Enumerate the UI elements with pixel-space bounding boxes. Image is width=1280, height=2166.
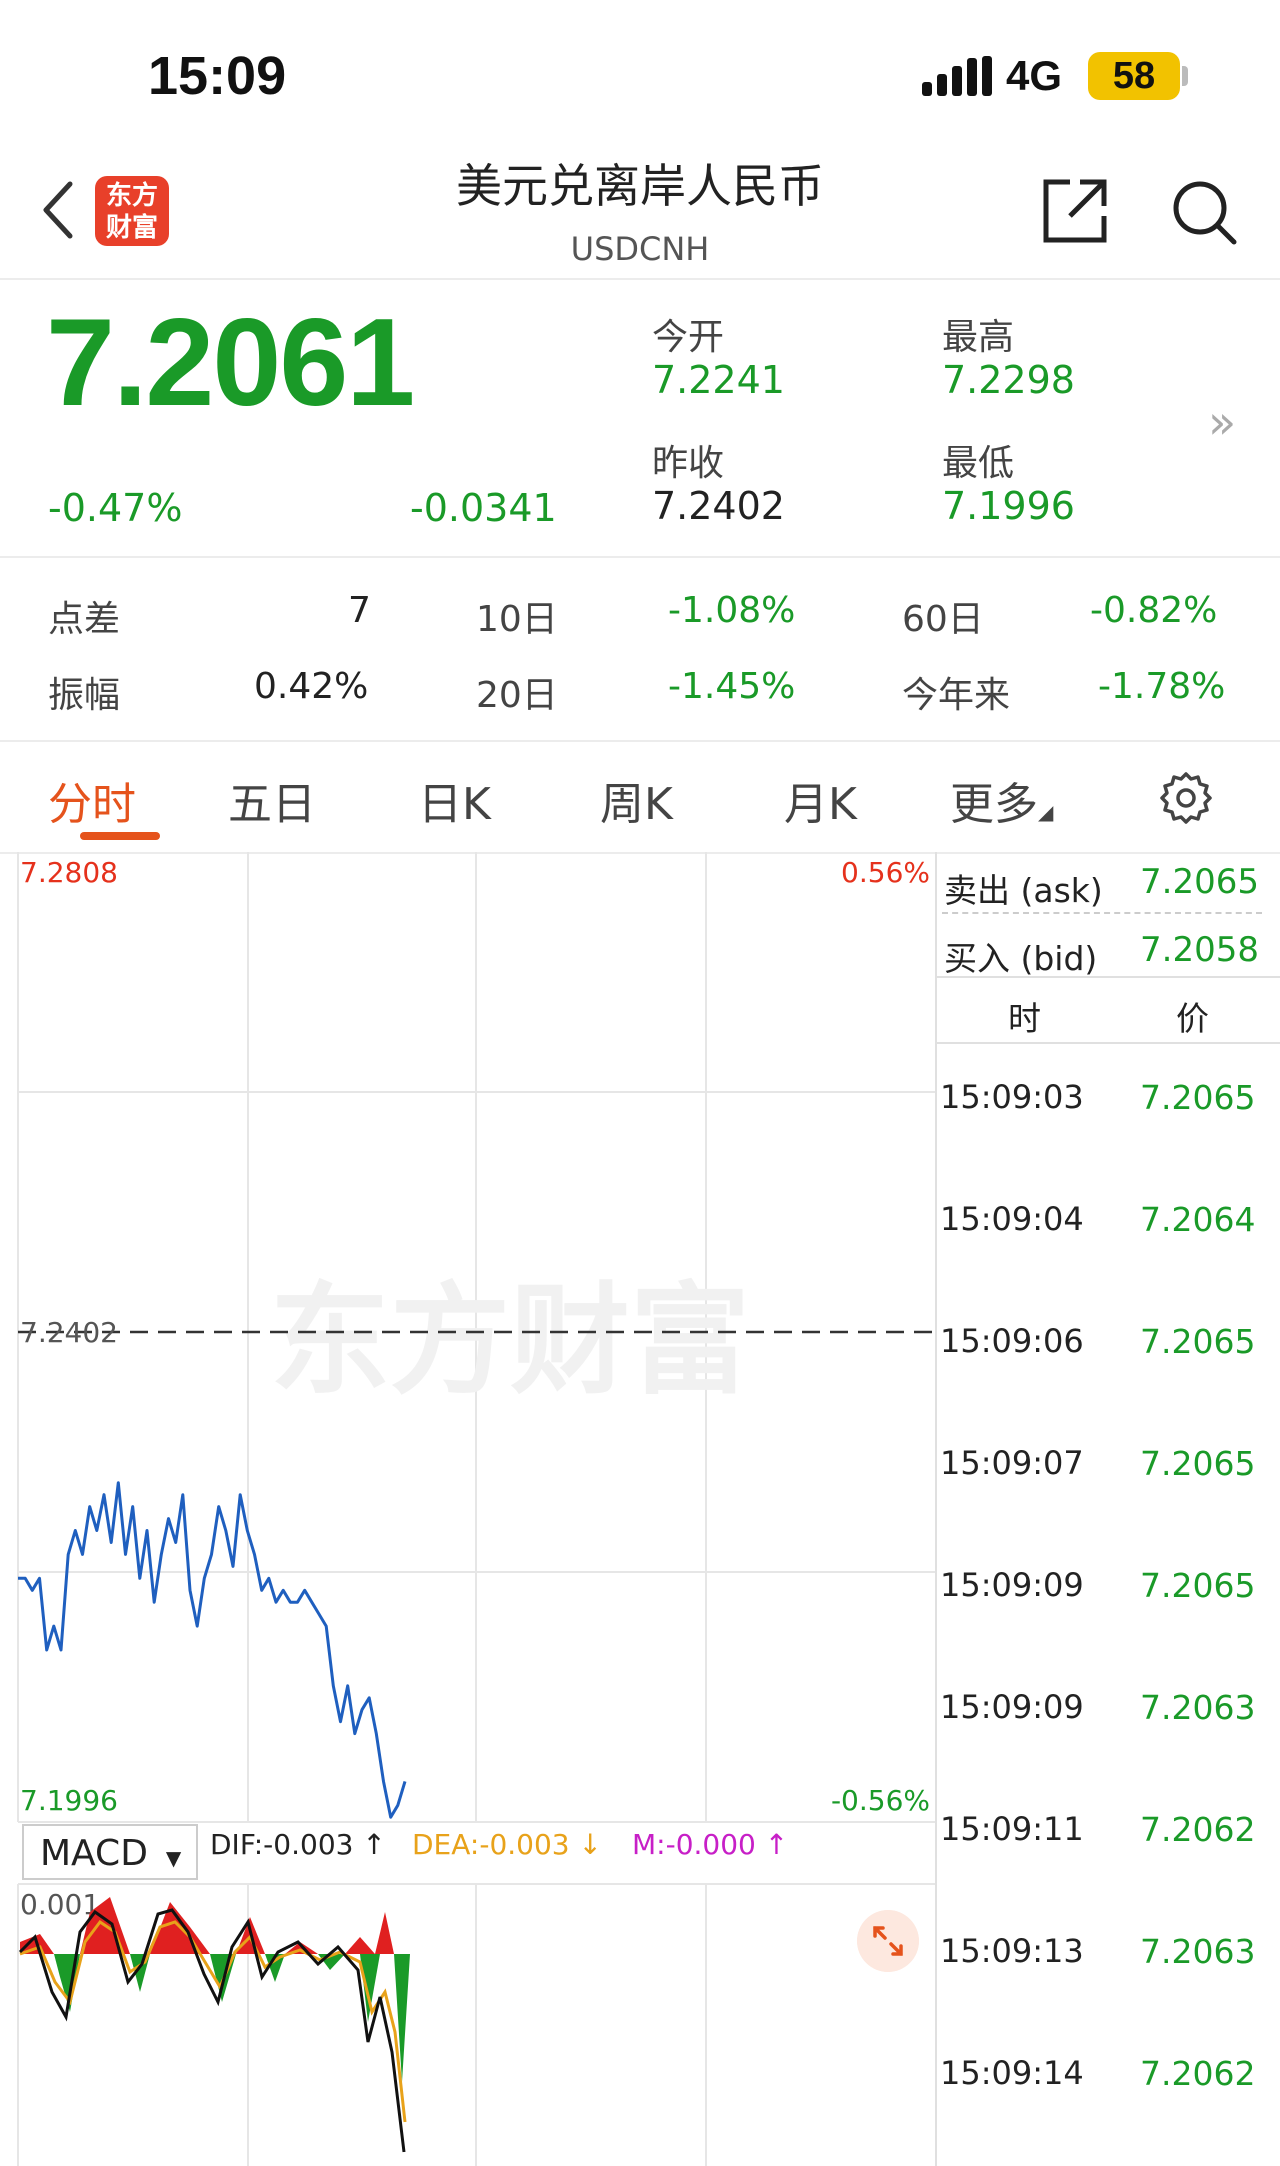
axis-bottom-price: 7.1996 [20,1784,118,1817]
tick-price: 7.2062 [1140,2054,1256,2093]
col-price: 价 [1176,999,1209,1038]
change-value: -0.0341 [410,486,557,530]
bid-value: 7.2058 [1140,930,1259,970]
ytd-label: 今年来 [902,675,1011,716]
macd-histogram [20,1897,410,2082]
tab-more-label: 更多 [950,779,1038,830]
tab-underline [80,832,160,840]
tick-price: 7.2062 [1140,1810,1256,1849]
tick-time: 15:09:14 [940,2054,1084,2092]
battery-tip [1182,66,1188,86]
tick-price: 7.2065 [1140,1322,1256,1361]
divider [937,1042,1280,1044]
ask-label: 卖出 (ask) [944,871,1103,910]
d20-label: 20日 [476,675,558,716]
tab-five-day[interactable]: 五日 [228,768,316,832]
amplitude-label: 振幅 [48,675,121,716]
dropdown-icon: ▼ [165,1846,182,1870]
logo-text-top: 东方 [105,181,158,211]
macd-top-value: 0.001 [20,1888,100,1921]
search-icon[interactable] [1168,176,1240,248]
ytd-value: -1.78% [1098,666,1226,707]
ask-value: 7.2065 [1140,862,1259,902]
caret-down-icon: ◢ [1038,800,1054,824]
tick-price: 7.2065 [1140,1444,1256,1483]
tab-weekly-k[interactable]: 周K [600,768,673,832]
tab-monthly-k[interactable]: 月K [784,768,857,832]
tick-time: 15:09:07 [940,1444,1084,1482]
divider [0,740,1280,742]
spread-label: 点差 [48,599,121,640]
macd-dea: DEA:-0.003 ↓ [412,1828,602,1861]
open-label: 今开 [652,317,725,358]
price-line [18,1481,407,1819]
page-title: 美元兑离岸人民币 [456,159,824,213]
d60-label: 60日 [902,599,984,640]
macd-dif: DIF:-0.003 ↑ [210,1828,386,1861]
high-label: 最高 [942,317,1015,358]
d10-label: 10日 [476,599,558,640]
tab-intraday[interactable]: 分时 [48,768,136,832]
spread-value: 7 [348,590,371,631]
share-icon[interactable] [1040,176,1110,246]
tick-time: 15:09:03 [940,1078,1084,1116]
tick-time: 15:09:13 [940,1932,1084,1970]
col-time: 时 [1008,999,1041,1038]
prev-close-value: 7.2402 [652,484,785,528]
tick-price: 7.2065 [1140,1566,1256,1605]
last-price: 7.2061 [46,294,415,432]
axis-top-price: 7.2808 [20,856,118,889]
tab-more[interactable]: 更多◢ [950,768,1053,832]
change-percent: -0.47% [48,486,183,530]
d60-value: -0.82% [1090,590,1218,631]
double-chevron-right-icon[interactable]: » [1208,395,1236,449]
tick-time: 15:09:04 [940,1200,1084,1238]
tick-price: 7.2064 [1140,1200,1256,1239]
battery-icon: 58 [1088,52,1180,100]
tick-price: 7.2065 [1140,1078,1256,1117]
expand-icon[interactable] [857,1910,919,1972]
ask-bid-divider [942,912,1262,914]
low-value: 7.1996 [942,484,1075,528]
tick-time: 15:09:11 [940,1810,1084,1848]
watermark: 东方财富 [270,1272,750,1411]
divider [0,278,1280,280]
macd-dif-line [18,1908,406,2153]
macd-selector-label: MACD [40,1833,148,1874]
axis-top-pct: 0.56% [841,856,930,889]
axis-bottom-pct: -0.56% [831,1784,930,1817]
symbol-code: USDCNH [570,230,710,268]
high-value: 7.2298 [942,358,1075,402]
d20-value: -1.45% [668,666,796,707]
macd-m: M:-0.000 ↑ [632,1828,788,1861]
tick-price: 7.2063 [1140,1932,1256,1971]
app-logo: 东方 财富 [95,176,169,246]
chart-grid [17,852,935,2166]
open-value: 7.2241 [652,358,785,402]
back-icon[interactable] [40,180,76,240]
intraday-chart[interactable]: 东方财富 7.2808 0.56% 7.2402 7.1996 -0.56% D… [0,852,935,2166]
axis-ref-price: 7.2402 [20,1316,118,1349]
amplitude-value: 0.42% [254,666,369,707]
tab-daily-k[interactable]: 日K [418,768,491,832]
prev-close-label: 昨收 [652,443,725,484]
tick-time: 15:09:09 [940,1566,1084,1604]
bid-label: 买入 (bid) [944,939,1098,978]
logo-text-bottom: 财富 [105,213,158,243]
tick-price: 7.2063 [1140,1688,1256,1727]
d10-value: -1.08% [668,590,796,631]
macd-selector[interactable]: MACD ▼ [22,1824,198,1880]
status-time: 15:09 [148,46,287,106]
tick-time: 15:09:06 [940,1322,1084,1360]
divider [937,976,1280,978]
divider [0,556,1280,558]
tick-time: 15:09:09 [940,1688,1084,1726]
signal-icon [922,56,992,96]
gear-icon[interactable] [1158,770,1214,826]
low-label: 最低 [942,443,1015,484]
network-label: 4G [1006,52,1063,99]
